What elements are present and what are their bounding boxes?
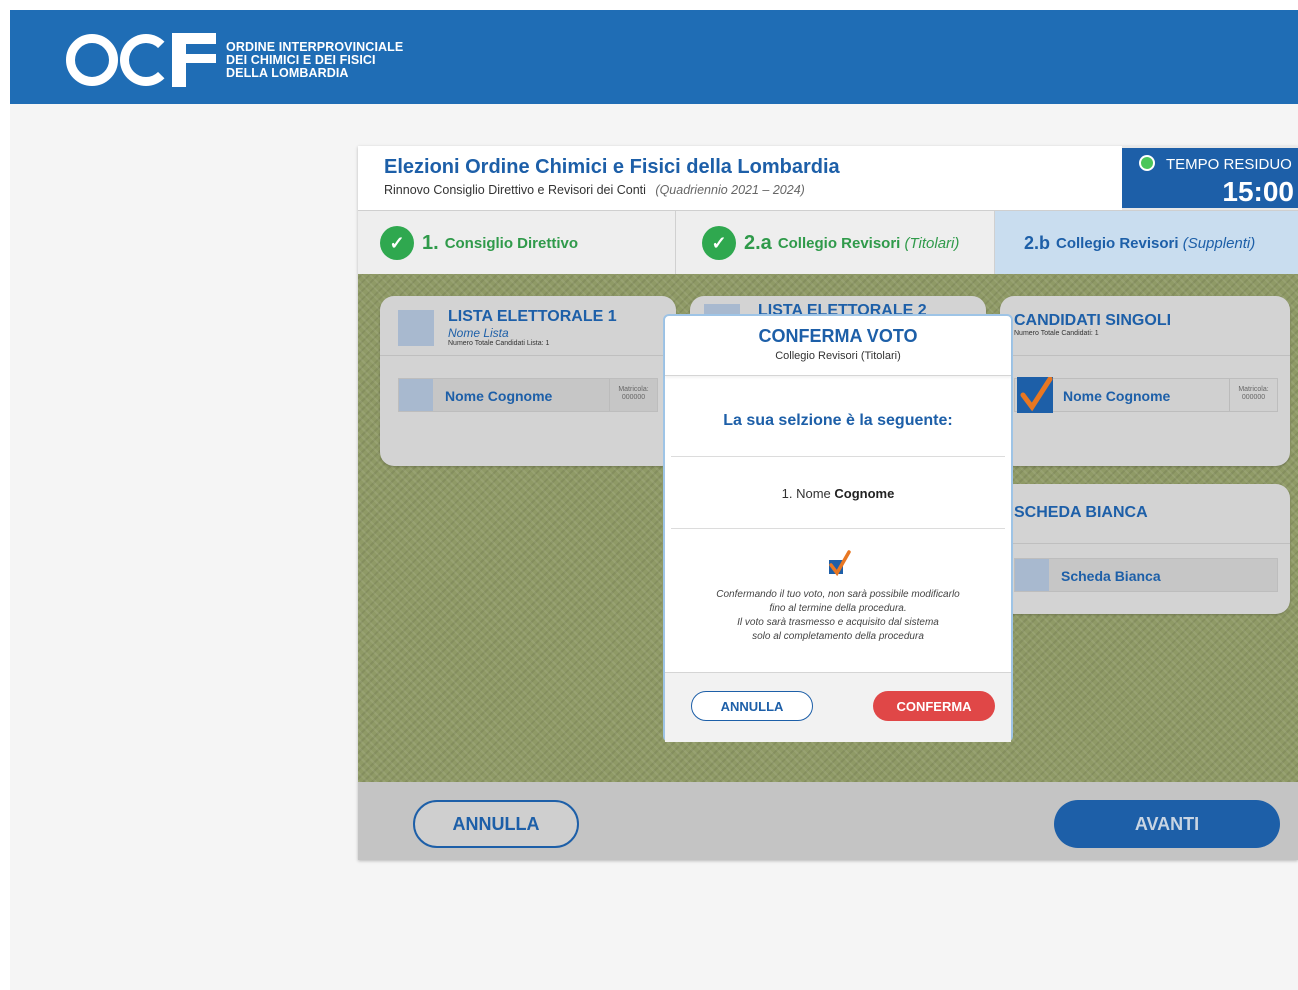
- list-select-box[interactable]: [398, 310, 434, 346]
- list-count: Numero Totale Candidati: 1: [1014, 330, 1099, 337]
- step-number: 1.: [422, 231, 439, 254]
- cancel-button[interactable]: ANNULLA: [413, 800, 579, 848]
- candidate-checkbox[interactable]: [399, 379, 433, 411]
- step-qualifier: (Supplenti): [1182, 234, 1256, 252]
- step-name-text: Collegio Revisori: [777, 234, 901, 252]
- timer-value: 15:00: [1222, 176, 1294, 207]
- ocf-logo-mark: [66, 32, 216, 88]
- selection-surname: Cognome: [834, 486, 895, 501]
- period-text: (Quadriennio 2021 – 2024): [655, 183, 805, 197]
- blank-ballot-label: Scheda Bianca: [1061, 568, 1161, 584]
- dialog-question: La sua selzione è la seguente:: [723, 412, 953, 429]
- candidate-name: Nome Cognome: [445, 388, 553, 404]
- org-name: ORDINE INTERPROVINCIALE DEI CHIMICI E DE…: [226, 39, 404, 80]
- list-count: Numero Totale Candidati Lista: 1: [448, 340, 550, 347]
- remaining-time: TEMPO RESIDUO 15:00: [1122, 148, 1298, 208]
- list-card-header: LISTA ELETTORALE 1 Nome Lista Numero Tot…: [380, 296, 676, 356]
- candidate-row[interactable]: Nome Cognome Matricola: 000000: [398, 378, 658, 412]
- status-dot-icon: [1139, 155, 1155, 171]
- step-name: Collegio Revisori (Supplenti): [1056, 235, 1255, 252]
- selection-summary: 1. Nome Cognome: [665, 486, 1011, 501]
- list-name: Nome Lista: [448, 326, 509, 340]
- list-card-header: SCHEDA BIANCA: [1000, 484, 1290, 544]
- note-line: Confermando il tuo voto, non sarà possib…: [716, 589, 960, 600]
- org-name-line: DELLA LOMBARDIA: [226, 65, 349, 80]
- dialog-cancel-button[interactable]: ANNULLA: [691, 691, 813, 721]
- list-card-header: CANDIDATI SINGOLI Numero Totale Candidat…: [1000, 296, 1290, 356]
- org-name-line: ORDINE INTERPROVINCIALE: [226, 39, 404, 54]
- dialog-confirm-button[interactable]: CONFERMA: [873, 691, 995, 721]
- divider: [671, 456, 1005, 457]
- note-line: fino al termine della procedura.: [769, 603, 907, 614]
- note-line: solo al completamento della procedura: [752, 631, 924, 642]
- ocf-logo: ORDINE INTERPROVINCIALE DEI CHIMICI E DE…: [66, 32, 403, 88]
- page-subtitle: Rinnovo Consiglio Direttivo e Revisori d…: [384, 183, 1122, 197]
- candidate-row[interactable]: Nome Cognome Matricola: 000000: [1014, 376, 1278, 413]
- org-name-line: DEI CHIMICI E DEI FISICI: [226, 52, 376, 67]
- note-line: Il voto sarà trasmesso e acquisito dal s…: [737, 617, 939, 628]
- blank-ballot-checkbox[interactable]: [1015, 559, 1049, 591]
- step-name: Consiglio Direttivo: [444, 234, 579, 252]
- election-header: Elezioni Ordine Chimici e Fisici della L…: [358, 146, 1122, 210]
- candidate-name: Nome Cognome: [1063, 388, 1171, 404]
- checkmark-icon: [1020, 376, 1053, 412]
- divider: [671, 528, 1005, 529]
- page-title: Elezioni Ordine Chimici e Fisici della L…: [384, 156, 840, 178]
- app-frame: ORDINE INTERPROVINCIALE DEI CHIMICI E DE…: [10, 10, 1298, 990]
- top-bar: ORDINE INTERPROVINCIALE DEI CHIMICI E DE…: [10, 10, 1298, 104]
- list-card-1: LISTA ELETTORALE 1 Nome Lista Numero Tot…: [380, 296, 676, 466]
- checked-box[interactable]: [1017, 376, 1053, 413]
- dialog-note: Confermando il tuo voto, non sarà possib…: [675, 588, 1001, 644]
- step-number: 2.b: [1024, 232, 1051, 253]
- tab-consiglio-direttivo[interactable]: ✓ 1. Consiglio Direttivo: [358, 211, 676, 275]
- next-button[interactable]: AVANTI: [1054, 800, 1280, 848]
- single-candidates-card: CANDIDATI SINGOLI Numero Totale Candidat…: [1000, 296, 1290, 466]
- check-icon: ✓: [380, 226, 414, 260]
- dialog-footer: ANNULLA CONFERMA: [665, 672, 1011, 742]
- confirm-vote-dialog: CONFERMA VOTO Collegio Revisori (Titolar…: [663, 314, 1013, 742]
- dialog-header: CONFERMA VOTO Collegio Revisori (Titolar…: [665, 316, 1011, 376]
- step-qualifier: (Titolari): [904, 234, 960, 252]
- step-name: Collegio Revisori (Titolari): [778, 235, 960, 252]
- list-title: SCHEDA BIANCA: [1014, 504, 1148, 521]
- candidate-matricola: Matricola: 000000: [1229, 379, 1277, 411]
- tab-revisori-titolari[interactable]: ✓ 2.a Collegio Revisori (Titolari): [676, 211, 995, 275]
- step-tabs: ✓ 1. Consiglio Direttivo ✓ 2.a Collegio …: [358, 210, 1298, 275]
- timer-label: TEMPO RESIDUO: [1166, 156, 1292, 173]
- tab-revisori-supplenti[interactable]: 2.b Collegio Revisori (Supplenti): [995, 211, 1298, 275]
- list-title: LISTA ELETTORALE 1: [448, 308, 617, 325]
- blank-ballot-row[interactable]: Scheda Bianca: [1014, 558, 1278, 592]
- selection-prefix: 1. Nome: [781, 486, 831, 501]
- step-name-text: Collegio Revisori: [1056, 234, 1179, 252]
- blank-ballot-card: SCHEDA BIANCA Scheda Bianca: [1000, 484, 1290, 614]
- candidate-matricola: Matricola: 000000: [609, 379, 657, 411]
- dialog-title: CONFERMA VOTO: [758, 326, 918, 346]
- footer-bar: ANNULLA AVANTI: [358, 782, 1298, 860]
- subtitle-text: Rinnovo Consiglio Direttivo e Revisori d…: [384, 183, 646, 197]
- list-title: CANDIDATI SINGOLI: [1014, 312, 1172, 329]
- check-icon: ✓: [702, 226, 736, 260]
- vote-check-icon: [829, 550, 851, 576]
- dialog-subtitle: Collegio Revisori (Titolari): [775, 350, 901, 362]
- step-number: 2.a: [744, 231, 772, 254]
